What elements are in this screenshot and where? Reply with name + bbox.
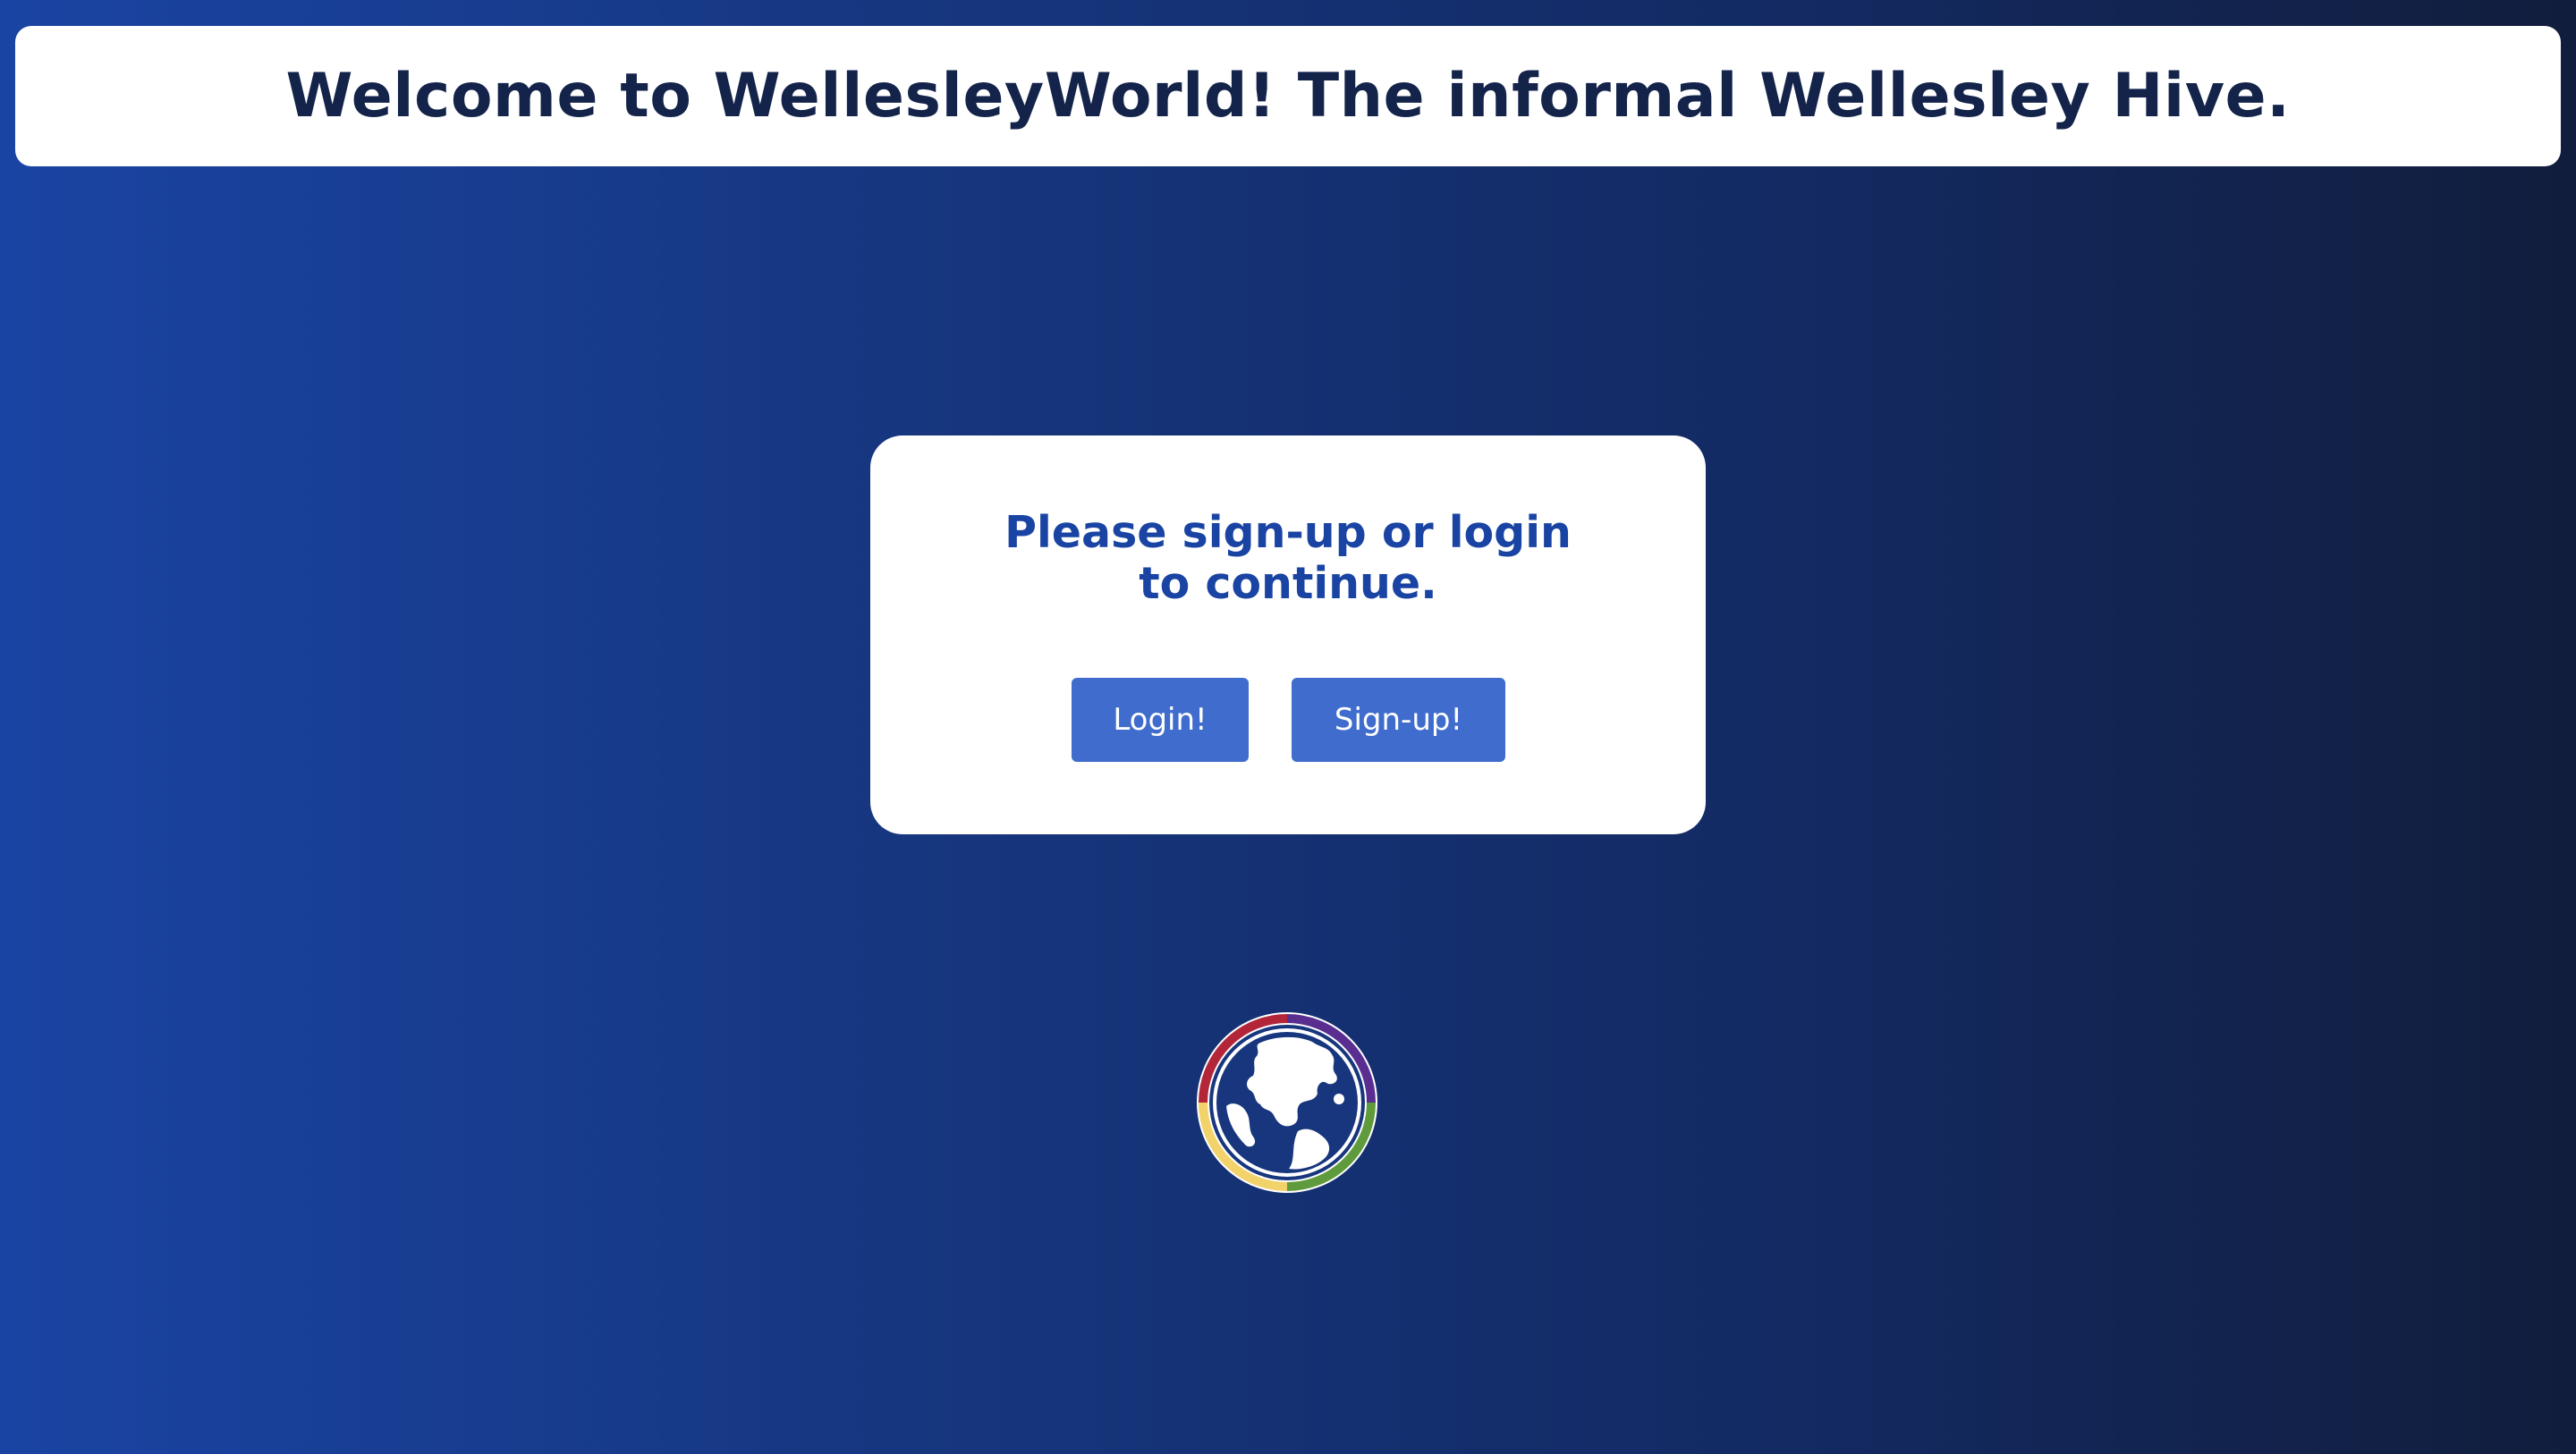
auth-prompt: Please sign-up or login to continue. xyxy=(1004,507,1572,609)
auth-card: Please sign-up or login to continue. Log… xyxy=(870,435,1706,834)
page-header: Welcome to WellesleyWorld! The informal … xyxy=(15,26,2561,166)
signup-button[interactable]: Sign-up! xyxy=(1292,678,1505,762)
wellesleyworld-logo xyxy=(1196,1011,1378,1194)
login-button[interactable]: Login! xyxy=(1072,678,1249,762)
page-title: Welcome to WellesleyWorld! The informal … xyxy=(285,61,2291,131)
globe-icon xyxy=(1197,1012,1377,1193)
